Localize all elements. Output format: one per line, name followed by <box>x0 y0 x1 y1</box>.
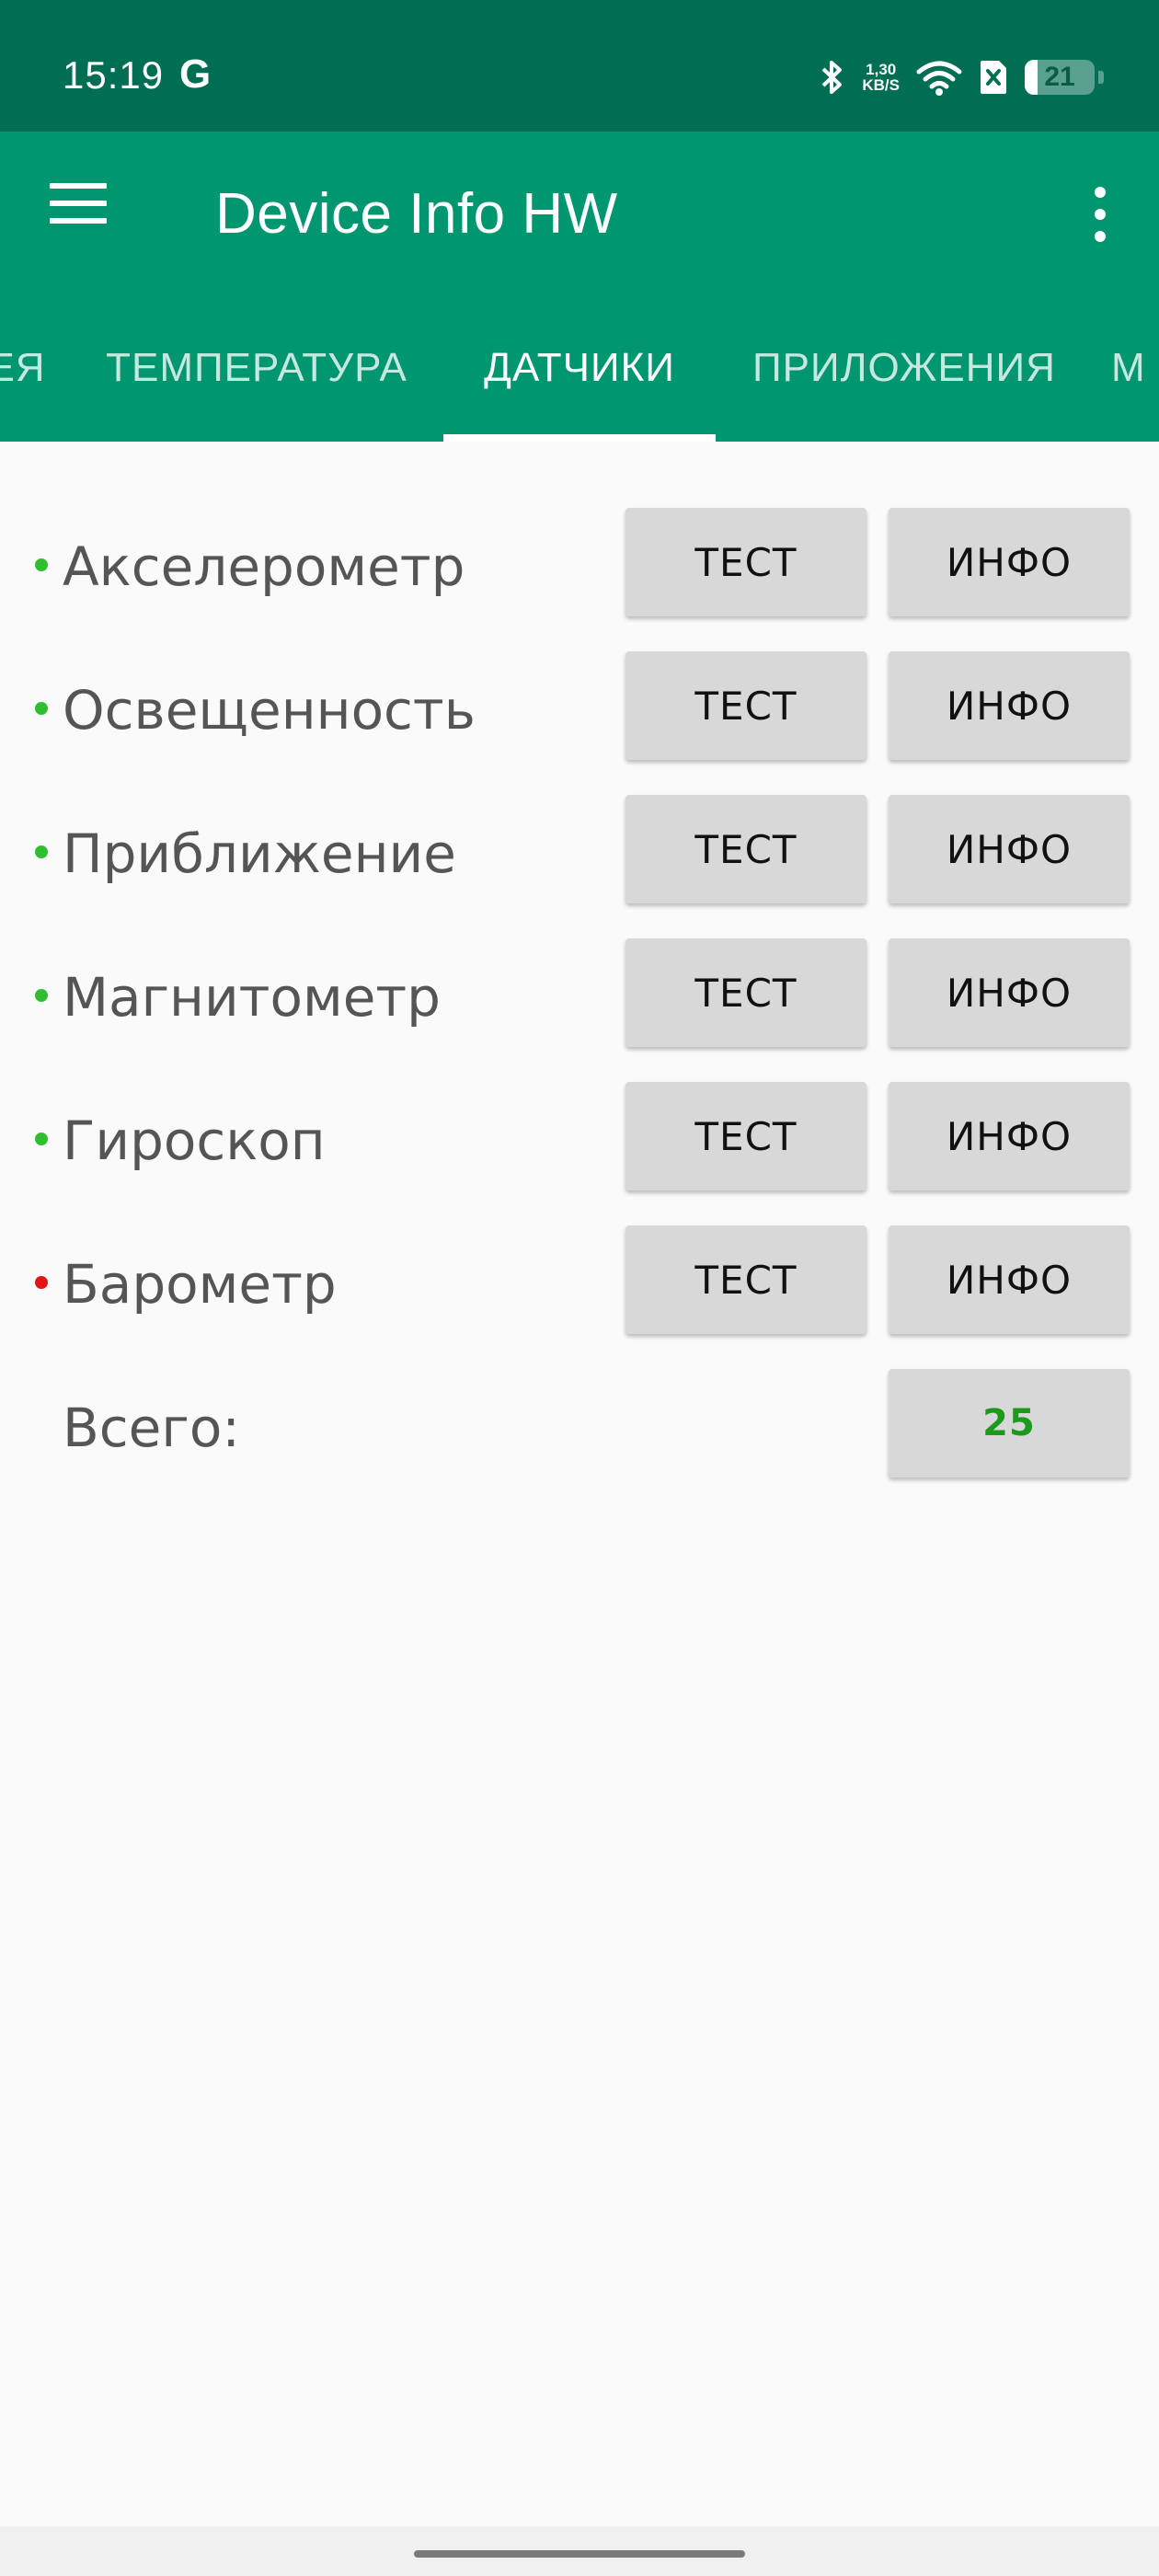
test-button[interactable]: ТЕСТ <box>625 508 866 616</box>
tab-temperature[interactable]: ТЕМПЕРАТУРА <box>88 294 425 442</box>
test-button[interactable]: ТЕСТ <box>625 938 866 1047</box>
info-button[interactable]: ИНФО <box>889 795 1130 903</box>
tab-indicator <box>443 434 716 442</box>
sensor-row: Акселерометр ТЕСТ ИНФО <box>0 508 1159 616</box>
bluetooth-icon <box>822 61 843 94</box>
network-speed-value: 1,30 <box>866 61 897 78</box>
sensor-name: Гироскоп <box>63 1110 326 1172</box>
status-dot <box>35 558 48 571</box>
sensor-row: Освещенность ТЕСТ ИНФО <box>0 651 1159 760</box>
gesture-handle[interactable] <box>414 2550 745 2558</box>
status-dot <box>35 1276 48 1289</box>
info-button[interactable]: ИНФО <box>889 1082 1130 1190</box>
sensor-name: Акселерометр <box>63 535 465 598</box>
app-bar: Device Info HW <box>0 132 1159 294</box>
total-label: Всего: <box>63 1397 240 1459</box>
app-title: Device Info HW <box>215 182 618 246</box>
sensor-row: Приближение ТЕСТ ИНФО <box>0 795 1159 903</box>
sensor-row: Магнитометр ТЕСТ ИНФО <box>0 938 1159 1047</box>
google-icon: G <box>179 52 212 97</box>
sensor-row: Барометр ТЕСТ ИНФО <box>0 1225 1159 1334</box>
tab-bar: ЕЯ ТЕМПЕРАТУРА ДАТЧИКИ ПРИЛОЖЕНИЯ М <box>0 294 1159 442</box>
status-time: 15:19 <box>63 53 165 97</box>
total-count-button[interactable]: 25 <box>889 1369 1130 1478</box>
status-icons: 1,30 KB/S 21 <box>820 52 1104 103</box>
navigation-bar <box>0 2526 1159 2576</box>
tab-partial-left[interactable]: ЕЯ <box>0 294 53 442</box>
info-button[interactable]: ИНФО <box>889 651 1130 760</box>
test-button[interactable]: ТЕСТ <box>625 651 866 760</box>
sensor-name: Приближение <box>63 822 456 885</box>
status-dot <box>35 989 48 1002</box>
status-dot <box>35 1133 48 1145</box>
status-bar: 15:19 G 1,30 KB/S 21 <box>0 0 1159 132</box>
more-options-icon[interactable] <box>1089 187 1111 242</box>
screen: 15:19 G 1,30 KB/S 21 Device Info HW ЕЯ Т… <box>0 0 1159 2576</box>
battery-icon: 21 <box>1025 60 1104 95</box>
status-dot <box>35 702 48 715</box>
total-row: Всего: 25 <box>0 1369 1159 1478</box>
status-dot <box>35 845 48 858</box>
menu-icon[interactable] <box>50 183 114 242</box>
sensor-name: Магнитометр <box>63 966 441 1029</box>
wifi-icon <box>916 61 962 96</box>
sensor-row: Гироскоп ТЕСТ ИНФО <box>0 1082 1159 1190</box>
tab-partial-right[interactable]: М <box>1111 294 1159 442</box>
info-button[interactable]: ИНФО <box>889 938 1130 1047</box>
sensor-name: Барометр <box>63 1253 337 1316</box>
battery-level: 21 <box>1044 62 1075 92</box>
tab-sensors[interactable]: ДАТЧИКИ <box>443 294 716 442</box>
network-speed: 1,30 KB/S <box>862 62 900 93</box>
network-speed-unit: KB/S <box>862 76 900 94</box>
test-button[interactable]: ТЕСТ <box>625 795 866 903</box>
test-button[interactable]: ТЕСТ <box>625 1082 866 1190</box>
info-button[interactable]: ИНФО <box>889 508 1130 616</box>
test-button[interactable]: ТЕСТ <box>625 1225 866 1334</box>
sensor-name: Освещенность <box>63 679 476 742</box>
info-button[interactable]: ИНФО <box>889 1225 1130 1334</box>
no-sim-icon <box>981 61 1006 94</box>
tab-applications[interactable]: ПРИЛОЖЕНИЯ <box>736 294 1073 442</box>
